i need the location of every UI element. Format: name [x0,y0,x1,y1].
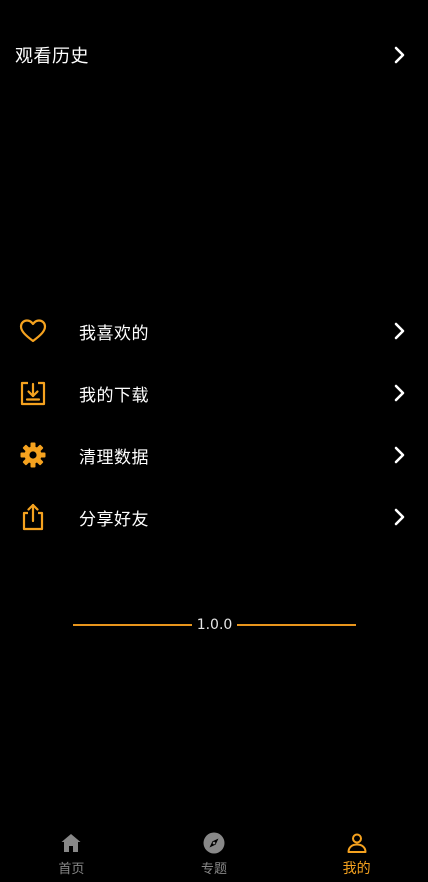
version-label: 1.0.0 [196,617,233,633]
download-icon [17,377,49,409]
home-icon [58,830,84,856]
divider-line-right [237,624,356,626]
tab-label: 首页 [58,862,85,877]
menu-list: 我喜欢的 我的下载 清理数据 分享好友 [0,300,428,548]
watch-history-row[interactable]: 观看历史 [0,32,428,78]
menu-item-share[interactable]: 分享好友 [0,486,428,548]
bottom-tab-bar: 首页 专题 我的 [0,824,428,882]
menu-item-favorites[interactable]: 我喜欢的 [0,300,428,362]
tab-mine[interactable]: 我的 [285,824,428,882]
menu-item-clear-data[interactable]: 清理数据 [0,424,428,486]
chevron-right-icon [392,507,408,527]
chevron-right-icon [392,321,408,341]
menu-item-label: 清理数据 [79,447,149,468]
gear-icon [17,439,49,471]
version-divider: 1.0.0 [73,614,356,636]
profile-page: 观看历史 我喜欢的 我的下载 清理数据 分享好友 1.0.0 首页 专题 我的 [0,0,428,882]
user-icon [344,830,370,856]
tab-label: 我的 [342,861,371,877]
menu-item-label: 分享好友 [79,509,149,530]
tab-topics[interactable]: 专题 [143,824,286,882]
chevron-right-icon [392,45,408,65]
menu-item-label: 我的下载 [79,385,149,406]
tab-label: 专题 [201,862,228,877]
share-icon [17,501,49,533]
compass-icon [201,830,227,856]
tab-home[interactable]: 首页 [0,824,143,882]
heart-icon [17,315,49,347]
chevron-right-icon [392,445,408,465]
divider-line-left [73,624,192,626]
watch-history-title: 观看历史 [15,46,89,67]
menu-item-downloads[interactable]: 我的下载 [0,362,428,424]
menu-item-label: 我喜欢的 [79,323,149,344]
chevron-right-icon [392,383,408,403]
